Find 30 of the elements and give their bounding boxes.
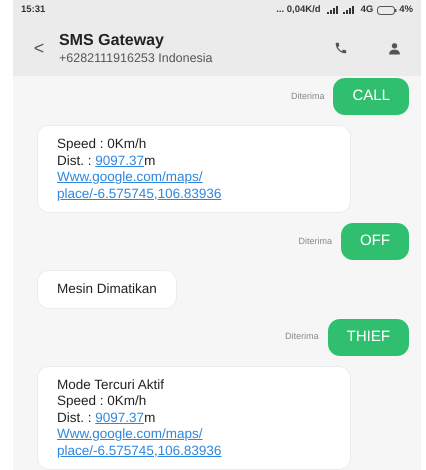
sent-message-bubble: CALL (333, 78, 409, 115)
sent-message-bubble: OFF (341, 223, 409, 260)
back-button[interactable]: < (31, 34, 47, 62)
signal-icon (342, 6, 355, 14)
message-line: Dist. : 9097.37m (57, 152, 156, 169)
phone-icon[interactable] (334, 41, 348, 56)
contact-number: +6282111916253 Indonesia (59, 50, 213, 66)
message-line: Speed : 0Km/h (57, 393, 148, 410)
link[interactable]: Www.google.com/maps/ (57, 169, 203, 184)
contact-name: SMS Gateway (59, 30, 165, 50)
message-line: Mesin Dimatikan (57, 281, 157, 298)
person-icon[interactable] (388, 42, 401, 55)
network-speed: ... 0,04K/d (276, 3, 321, 18)
link[interactable]: place/-6.575745,106.83936 (57, 442, 222, 458)
link[interactable]: Www.google.com/maps/ (57, 426, 203, 441)
status-time: 15:31 (21, 3, 46, 18)
delivery-status: Diterima (285, 330, 319, 344)
delivery-status: Diterima (298, 234, 332, 248)
battery-level: 4% (399, 3, 413, 18)
battery-icon (377, 6, 398, 15)
network-type: 4G (360, 3, 374, 18)
signal-icon (326, 6, 339, 14)
link[interactable]: 9097.37 (95, 152, 144, 168)
message-line: Speed : 0Km/h (57, 136, 148, 152)
sent-message-bubble: THIEF (328, 318, 409, 356)
message-line: Dist. : 9097.37m (57, 410, 156, 426)
message-line: Mode Tercuri Aktif (57, 376, 166, 393)
link[interactable]: place/-6.575745,106.83936 (57, 186, 222, 200)
delivery-status: Diterima (290, 90, 324, 103)
link[interactable]: 9097.37 (95, 410, 144, 424)
